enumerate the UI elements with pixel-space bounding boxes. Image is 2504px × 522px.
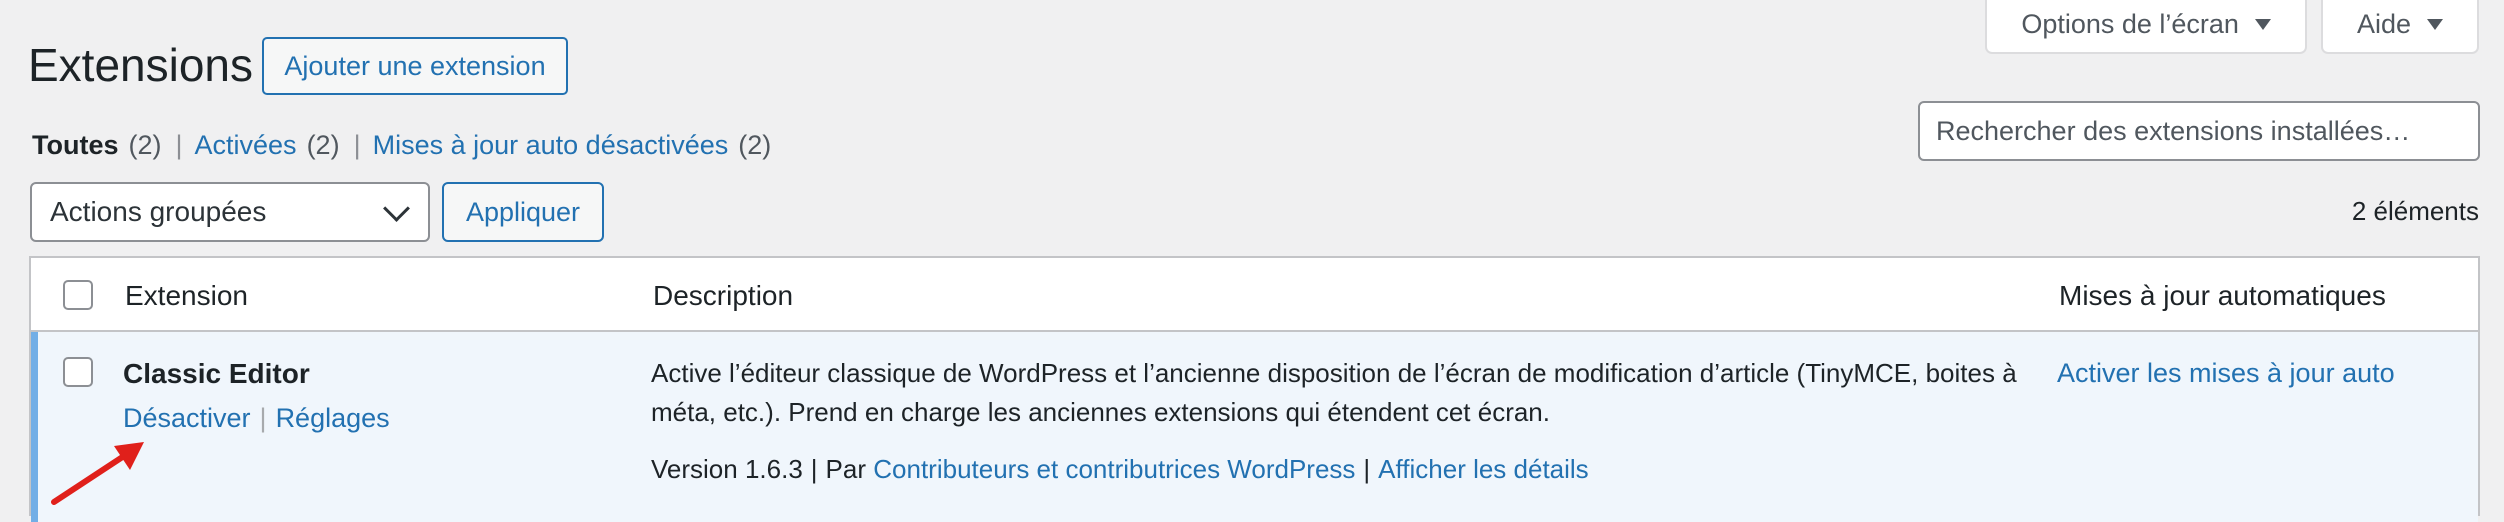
select-all-checkbox[interactable] (63, 280, 93, 310)
filter-active[interactable]: Activées (195, 130, 297, 161)
add-plugin-button[interactable]: Ajouter une extension (262, 37, 568, 95)
table-row: Classic Editor Désactiver | Réglages Activ… (31, 332, 2478, 522)
view-details-link[interactable]: Afficher les détails (1378, 454, 1589, 484)
plugin-meta: Version 1.6.3 | Par Contributeurs et contr… (651, 454, 1589, 485)
column-header-description: Description (653, 280, 794, 311)
filter-all[interactable]: Toutes (32, 130, 119, 161)
dropdown-triangle-icon (2254, 18, 2271, 30)
annotation-arrow-icon (51, 442, 144, 505)
dropdown-triangle-icon (2427, 18, 2443, 30)
plugin-description: Active l’éditeur classique de WordPress … (651, 358, 2017, 427)
author-link[interactable]: Contributeurs et contributrices WordPres… (873, 454, 1355, 484)
column-header-auto-updates: Mises à jour automatiques (2059, 280, 2386, 311)
status-filters: Toutes (2) | Activées (2) | Mises à jour… (32, 130, 771, 161)
help-button[interactable]: Aide (2320, 0, 2479, 54)
settings-link[interactable]: Réglages (276, 403, 390, 433)
screen-meta: Options de l’écran Aide (1985, 0, 2479, 54)
by-label: Par (825, 454, 867, 484)
active-row-indicator (31, 332, 38, 522)
filter-count: (2) (128, 130, 162, 160)
meta-separator: | (1363, 454, 1371, 484)
deactivate-link[interactable]: Désactiver (123, 403, 251, 433)
column-header-extension[interactable]: Extension (125, 280, 248, 312)
screen-options-label: Options de l’écran (2021, 8, 2239, 39)
plugin-version: Version 1.6.3 (651, 454, 803, 484)
bulk-actions-select[interactable]: Actions groupées (30, 182, 430, 242)
apply-button[interactable]: Appliquer (442, 182, 604, 242)
filter-auto-update-disabled[interactable]: Mises à jour auto désactivées (373, 130, 729, 161)
filter-separator: | (175, 130, 183, 160)
search-input[interactable]: Rechercher des extensions installées… (1918, 101, 2480, 161)
meta-separator: | (810, 454, 818, 484)
enable-auto-updates-link[interactable]: Activer les mises à jour auto (2057, 358, 2395, 389)
items-count: 2 éléments (2351, 196, 2479, 226)
plugin-name: Classic Editor (123, 358, 310, 389)
filter-separator: | (353, 130, 361, 160)
bulk-actions-value: Actions groupées (50, 196, 267, 227)
plugins-table: Extension Description Mises à jour autom… (29, 256, 2480, 522)
table-header: Extension Description Mises à jour autom… (31, 258, 2478, 332)
row-checkbox[interactable] (63, 357, 93, 387)
screen-options-button[interactable]: Options de l’écran (1985, 0, 2307, 54)
row-actions: Désactiver | Réglages (123, 403, 390, 434)
help-label: Aide (2356, 8, 2411, 39)
filter-count: (2) (306, 130, 340, 160)
action-separator: | (259, 403, 267, 433)
chevron-down-icon (383, 194, 410, 222)
search-placeholder: Rechercher des extensions installées… (1936, 115, 2411, 146)
page-title: Extensions (28, 39, 254, 91)
filter-count: (2) (738, 130, 772, 160)
